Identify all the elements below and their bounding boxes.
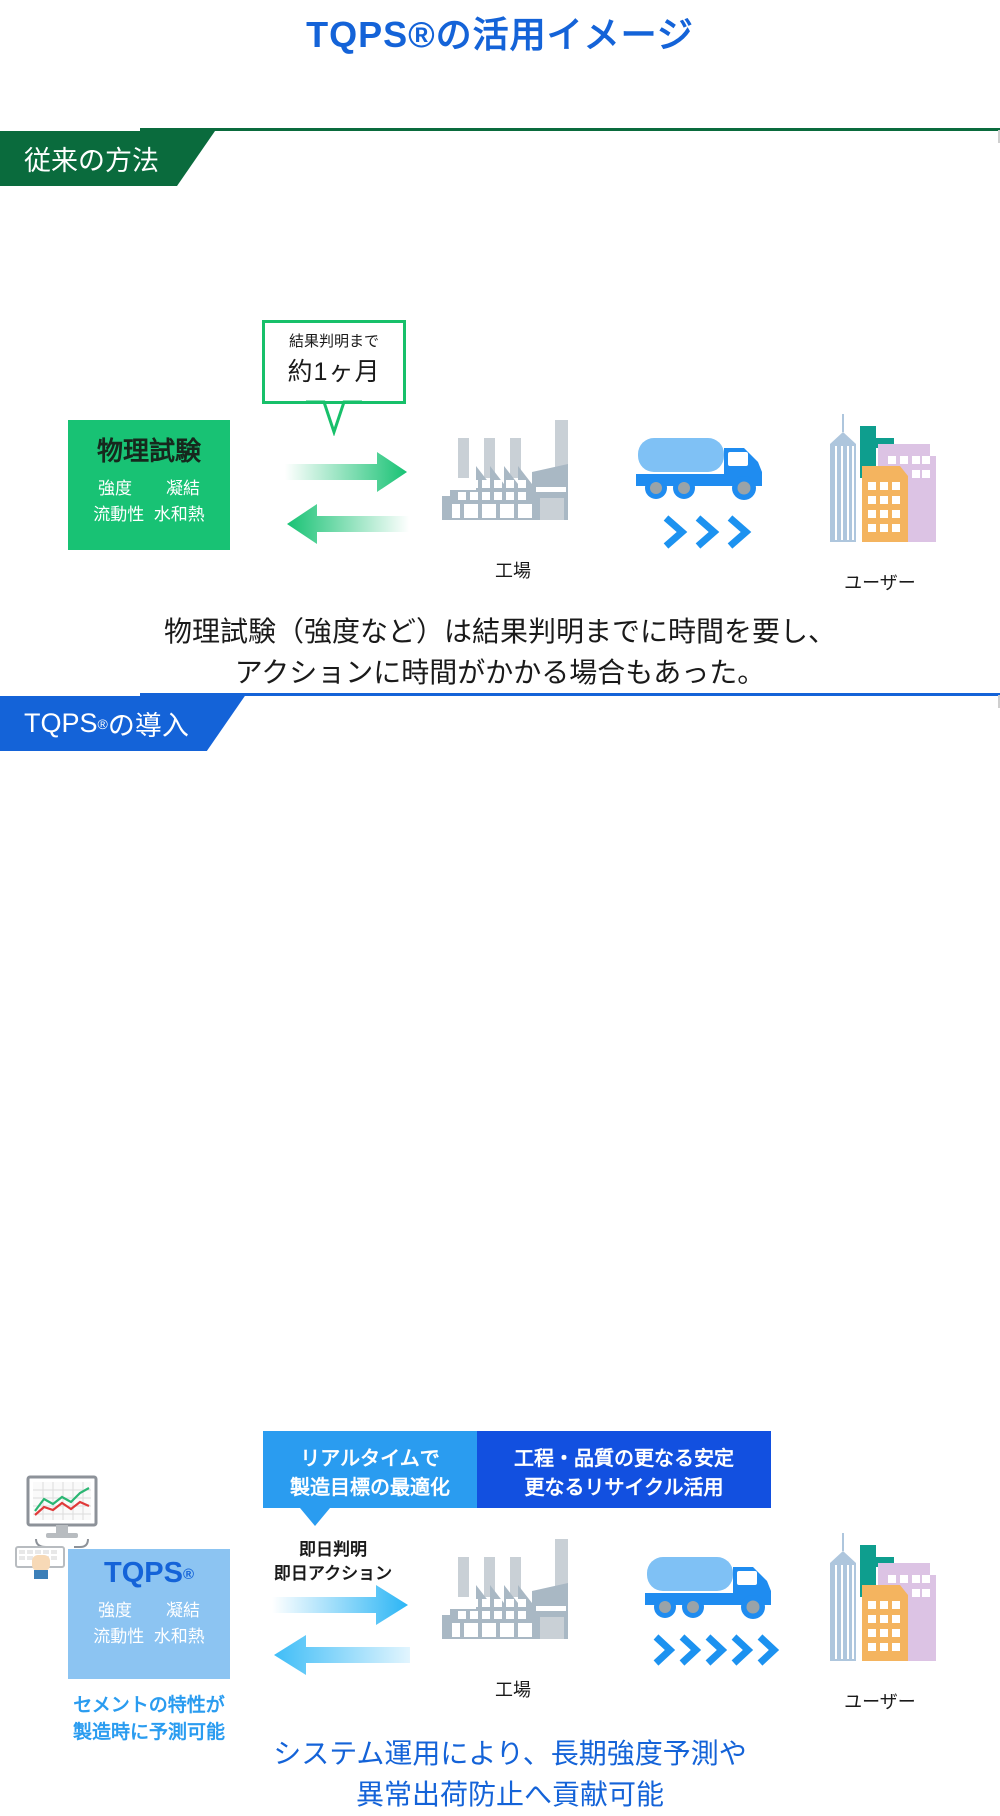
chevron-right-icon: [695, 515, 720, 549]
physical-test-heading: 物理試験: [96, 436, 201, 466]
benefit-tail-icon: [300, 1508, 330, 1526]
section-banner-tqps: TQPS ® の導入: [0, 696, 245, 751]
registered-mark-icon: ®: [97, 715, 108, 732]
chevron-right-icon: [705, 1634, 728, 1666]
factory-group: 工場: [428, 1527, 598, 1702]
chevron-right-icon: [727, 515, 752, 549]
chevron-right-icon: [663, 515, 688, 549]
factory-label: 工場: [495, 1680, 531, 1700]
bidirectional-arrow-blue: [272, 1585, 410, 1675]
buildings-icon: [830, 414, 936, 542]
immediate-action-labels: 即日判明 即日アクション: [273, 1540, 393, 1583]
buildings-label: ユーザー: [844, 573, 916, 593]
registered-mark-icon: ®: [182, 1566, 195, 1583]
tanker-truck-icon: [645, 1557, 771, 1619]
banner-label: 従来の方法: [24, 146, 159, 176]
chevron-row: [632, 515, 782, 549]
truck-group: [636, 1549, 796, 1666]
callout-tail-icon: [306, 400, 362, 436]
physical-test-properties: 強度 凝結 流動性 水和熱: [93, 479, 205, 525]
chevron-right-icon: [679, 1634, 702, 1666]
tqps-note: システム運用により、長期強度予測や 異常出荷防止へ貢献可能: [273, 1738, 747, 1811]
tqps-test-box: TQPS® 強度 凝結 流動性 水和熱: [68, 1549, 230, 1679]
factory-icon: [442, 1539, 568, 1639]
conventional-note: 物理試験（強度など）は結果判明までに時間を要し、 アクションに時間がかかる場合も…: [163, 616, 836, 689]
chevron-right-icon: [731, 1634, 754, 1666]
buildings-group: ユーザー: [812, 400, 948, 595]
section-conventional: 従来の方法 結果判明まで 約1ヶ月 物理試験 強度 凝結 流動性 水和熱 工場 …: [0, 128, 1000, 688]
bidirectional-arrow-green: [285, 452, 409, 544]
factory-icon: [442, 420, 568, 520]
chevron-right-icon: [653, 1634, 676, 1666]
physical-test-box: 物理試験 強度 凝結 流動性 水和熱: [68, 420, 230, 550]
tqps-heading: TQPS®: [68, 1557, 230, 1590]
tanker-truck-icon: [636, 438, 762, 500]
buildings-group: ユーザー: [812, 1519, 948, 1714]
section-divider-green: [140, 128, 1000, 131]
predict-note: セメントの特性が 製造時に予測可能: [72, 1695, 225, 1743]
factory-label: 工場: [495, 561, 531, 581]
result-time-callout: 結果判明まで 約1ヶ月: [262, 320, 406, 404]
hand-icon: [32, 1555, 50, 1579]
tqps-heading-text: TQPS: [103, 1557, 183, 1589]
chevron-row: [636, 1634, 796, 1666]
benefit-box-realtime: リアルタイムで 製造目標の最適化: [263, 1431, 477, 1508]
banner-label: TQPS: [24, 708, 98, 738]
buildings-label: ユーザー: [844, 1692, 916, 1712]
callout-small-text: 結果判明まで: [288, 333, 379, 350]
banner-suffix: の導入: [107, 711, 189, 741]
benefit-box-stability: 工程・品質の更なる安定 更なるリサイクル活用: [477, 1431, 771, 1508]
factory-group: 工場: [428, 408, 598, 583]
tqps-properties: 強度 凝結 流動性 水和熱: [93, 1601, 205, 1647]
section-banner-conventional: 従来の方法: [0, 131, 215, 186]
truck-group: [632, 430, 782, 549]
buildings-icon: [830, 1533, 936, 1661]
section-tqps: TQPS ® の導入 リアルタイムで 製造目標の最適化 工程・品質の更なる安定 更な…: [0, 693, 1000, 1810]
callout-big-text: 約1ヶ月: [287, 358, 381, 386]
section-divider-blue: [140, 693, 1000, 696]
page-title: TQPS®の活用イメージ: [306, 14, 694, 55]
chevron-right-icon: [757, 1634, 780, 1666]
